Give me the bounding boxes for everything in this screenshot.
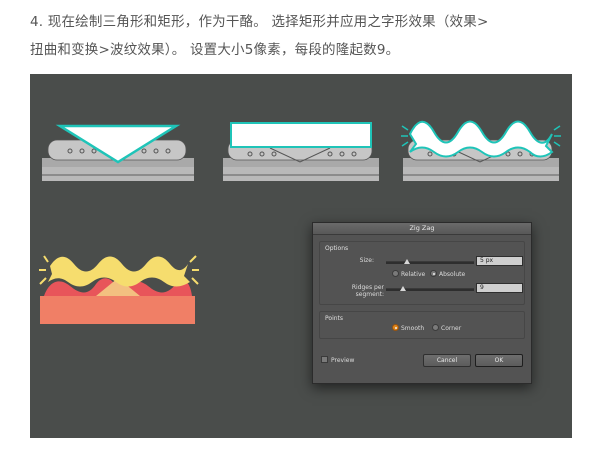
size-slider-track[interactable] [386,261,474,264]
zigzag-dialog: Zig Zag Options Size: 5 px Relative Abso… [312,222,532,384]
size-label: Size: [359,257,374,264]
relative-radio[interactable]: Relative [392,270,425,278]
relative-radio-dot [392,270,399,277]
caption-line-2: 扭曲和变换>波纹效果）。 设置大小5像素，每段的隆起数9。 [30,42,400,58]
panel-1-triangle [42,124,194,181]
absolute-label: Absolute [439,271,466,278]
ridges-slider-thumb[interactable] [400,286,406,291]
panel-2-rectangle [223,122,379,181]
panel-3-zigzag [401,120,561,181]
points-label: Points [325,315,344,322]
corner-radio-dot [432,324,439,331]
options-label: Options [325,245,349,252]
panel-4-colored [39,255,199,324]
corner-radio[interactable]: Corner [432,324,461,332]
smooth-label: Smooth [401,325,425,332]
absolute-radio[interactable]: Absolute [430,270,465,278]
cancel-button[interactable]: Cancel [423,354,471,367]
ok-button[interactable]: OK [475,354,523,367]
points-group: Points Smooth Corner [319,311,525,339]
size-input[interactable]: 5 px [476,256,523,266]
size-slider-thumb[interactable] [404,259,410,264]
preview-label: Preview [331,357,355,364]
caption-line-1: 4. 现在绘制三角形和矩形，作为干酪。 选择矩形并应用之字形效果（效果> [30,14,489,30]
illustration-canvas: Zig Zag Options Size: 5 px Relative Abso… [30,74,572,438]
smooth-radio-dot [392,324,399,331]
smooth-radio[interactable]: Smooth [392,324,424,332]
options-group: Options Size: 5 px Relative Absolute Rid… [319,241,525,305]
ridges-label: Ridges per segment: [351,284,384,298]
dialog-title: Zig Zag [313,223,531,235]
ridges-input[interactable]: 9 [476,283,523,293]
relative-label: Relative [401,271,426,278]
preview-checkbox[interactable]: Preview [321,356,354,364]
instruction-caption: 4. 现在绘制三角形和矩形，作为干酪。 选择矩形并应用之字形效果（效果> 扭曲和… [30,8,590,64]
preview-checkbox-box [321,356,328,363]
corner-label: Corner [441,325,462,332]
absolute-radio-dot [430,270,437,277]
